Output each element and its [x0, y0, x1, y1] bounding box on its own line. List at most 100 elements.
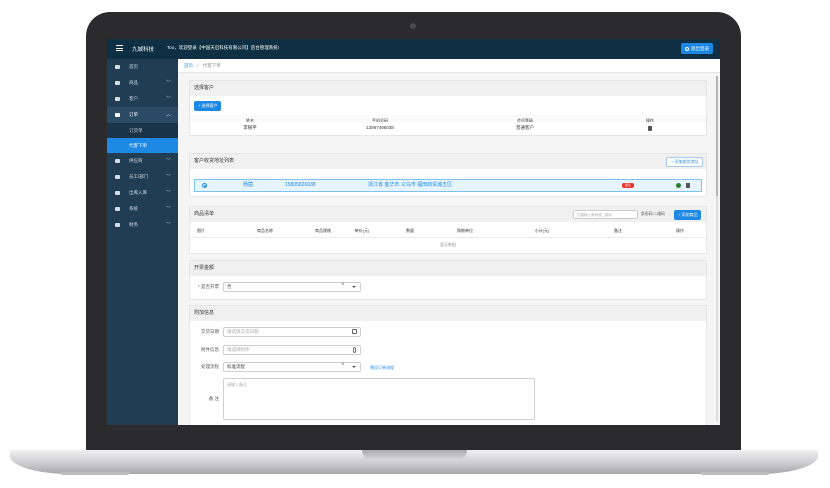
select-customer-button[interactable]: + 选择客户 [194, 101, 222, 111]
breadcrumb-home[interactable]: 首页 [184, 63, 193, 68]
sidebar-item-label: 财务 [129, 222, 138, 227]
sidebar-item-label: 系统 [129, 206, 138, 211]
warehouse-icon [115, 191, 120, 195]
address-card: 客户收货地址列表 + 添加收货地址 杨茵 15805826938 浙江省 金华市… [189, 153, 707, 197]
preset-flow-link[interactable]: 预设订单流程 [370, 365, 394, 371]
trash-icon[interactable] [686, 183, 690, 188]
hamburger-menu-icon[interactable] [116, 45, 123, 51]
column-header: 商品规格 [315, 228, 331, 233]
logout-button[interactable]: 退出登录 [681, 43, 713, 54]
sidebar-item-customer[interactable]: 客户 ﹀ [107, 91, 178, 107]
paperclip-icon[interactable] [353, 347, 356, 353]
scrollbar[interactable] [716, 76, 718, 421]
column-header: 商品名称 [257, 228, 273, 233]
chevron-down-icon: ﹀ [165, 190, 171, 196]
column-header: 购物单位 [457, 228, 473, 233]
radio-selected-icon[interactable] [202, 183, 207, 188]
add-address-button[interactable]: + 添加收货地址 [666, 157, 704, 167]
sidebar: 首页 商品 ﹀ 客户 ﹀ 订单 ︿ 订货单 代客下单 供应商 ﹀ 员工/部门 ﹀ 出库入库… [107, 59, 178, 425]
column-header: 图片 [197, 228, 205, 233]
goods-card: 商品清单 扫描输入条码或二维码 条形码/二维码 + 添加商品 图片 商品名称 商… [189, 206, 707, 254]
user-icon [115, 97, 120, 101]
column-header: 备注 [614, 228, 622, 233]
invoice-label: * 是否开票 [197, 284, 219, 289]
chevron-down-icon: ﹀ [165, 174, 171, 180]
address-name: 杨茵 [243, 182, 254, 188]
chevron-down-icon[interactable] [352, 366, 356, 368]
add-goods-button[interactable]: + 添加商品 [674, 210, 702, 220]
laptop-foot-right [700, 472, 770, 475]
goods-icon [115, 81, 120, 85]
sidebar-item-label: 供应商 [129, 158, 143, 163]
invoice-card: 开票金额 * 是否开票 否 × [189, 260, 707, 300]
chevron-down-icon: ﹀ [165, 222, 171, 228]
brand-name: 九城科技 [132, 47, 155, 53]
barcode-search-input[interactable]: 扫描输入条码或二维码 [573, 210, 638, 219]
order-icon [115, 113, 120, 117]
chevron-down-icon: ﹀ [165, 206, 171, 212]
customer-level: 普通客户 [516, 125, 534, 130]
trash-icon[interactable] [648, 126, 652, 131]
delivery-date-input[interactable]: 请选择交货日期 [223, 327, 361, 337]
attachment-input[interactable]: 请选择附件 [223, 345, 361, 355]
attachment-label: 附件信息 [201, 347, 219, 352]
sidebar-item-goods[interactable]: 商品 ﹀ [107, 75, 178, 91]
sidebar-subitem-place-order[interactable]: 代客下单 [107, 138, 178, 153]
empty-state: 暂无数据 [440, 242, 456, 247]
breadcrumb-separator: / [197, 63, 199, 68]
home-icon [115, 65, 120, 69]
default-badge: 默认 [622, 183, 634, 188]
sidebar-item-system[interactable]: 系统 ﹀ [107, 201, 178, 217]
logout-label: 退出登录 [691, 46, 709, 51]
sidebar-subitem-order-list[interactable]: 订货单 [107, 123, 178, 138]
address-phone: 15805826938 [285, 182, 316, 188]
sidebar-item-label: 商品 [129, 80, 138, 85]
invoice-card-title: 开票金额 [190, 261, 706, 276]
chevron-down-icon: ﹀ [165, 80, 171, 86]
laptop-notch [362, 450, 467, 460]
barcode-search-label[interactable]: 条形码/二维码 [641, 210, 665, 219]
note-textarea[interactable]: 请输入备注 [223, 378, 535, 420]
main-content: 首页 / 代客下单 选择客户 + 选择客户 姓名 手机号码 会员等级 操作 李银… [178, 59, 720, 425]
top-bar: 九城科技 Too，欢迎登录【中国天启科技有限公司】后台管理系统! 退出登录 [107, 39, 720, 59]
sidebar-item-supplier[interactable]: 供应商 ﹀ [107, 153, 178, 169]
note-label: 备 注 [208, 396, 219, 401]
sidebar-item-home[interactable]: 首页 [107, 59, 178, 75]
extra-card-title: 附加信息 [190, 306, 706, 321]
address-row[interactable]: 杨茵 15805826938 浙江省 金华市 义乌市 福田商贸城五区 默认 [194, 179, 702, 192]
clear-icon[interactable]: × [341, 362, 345, 368]
sidebar-item-staff[interactable]: 员工/部门 ﹀ [107, 169, 178, 185]
goods-table-header: 图片 商品名称 商品规格 单价(元) 数量 购物单位 小计(元) 备注 操作 [190, 225, 706, 238]
chevron-down-icon: ﹀ [165, 96, 171, 102]
check-circle-icon[interactable] [676, 183, 681, 188]
customer-row: 李银平 13967406038 普通客户 [189, 122, 707, 136]
sidebar-item-label: 订单 [129, 112, 138, 117]
column-header: 数量 [406, 228, 414, 233]
extra-card: 附加信息 交货日期 请选择交货日期 附件信息 请选择附件 处理流程 标准流程 ×… [189, 305, 707, 425]
power-icon [685, 46, 689, 51]
column-header: 单价(元) [354, 228, 370, 233]
address-detail: 浙江省 金华市 义乌市 福田商贸城五区 [368, 182, 453, 188]
sidebar-item-warehouse[interactable]: 出库入库 ﹀ [107, 185, 178, 201]
clear-icon[interactable]: × [341, 282, 345, 288]
supplier-icon [115, 159, 120, 163]
sidebar-item-label: 客户 [129, 96, 138, 101]
screen: 九城科技 Too，欢迎登录【中国天启科技有限公司】后台管理系统! 退出登录 首页… [107, 39, 720, 425]
breadcrumb: 首页 / 代客下单 [178, 59, 720, 73]
column-header: 小计(元) [534, 228, 550, 233]
sidebar-item-label: 员工/部门 [129, 174, 149, 179]
chevron-down-icon: ﹀ [165, 158, 171, 164]
workflow-value: 标准流程 [227, 364, 245, 369]
address-card-title: 客户收货地址列表 [190, 154, 706, 169]
camera-icon [410, 23, 416, 29]
sidebar-item-finance[interactable]: 财务 ﹀ [107, 217, 178, 233]
calendar-icon[interactable] [352, 329, 357, 334]
sidebar-item-order[interactable]: 订单 ︿ [107, 107, 178, 123]
chevron-up-icon: ︿ [165, 112, 171, 118]
chevron-down-icon[interactable] [352, 286, 356, 288]
gear-icon [115, 207, 120, 211]
sidebar-item-label: 出库入库 [129, 190, 147, 195]
delivery-date-label: 交货日期 [201, 329, 219, 334]
customer-name: 李银平 [243, 125, 257, 130]
invoice-value: 否 [227, 284, 232, 289]
